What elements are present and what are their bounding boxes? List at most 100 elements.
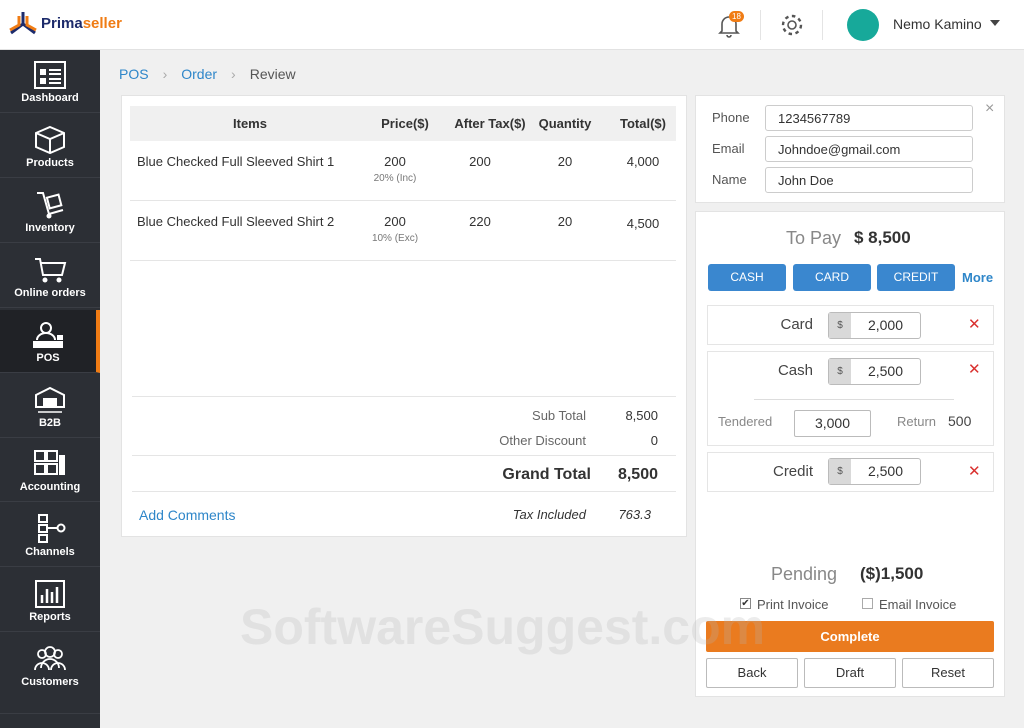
print-invoice-checkbox[interactable]: ✔ <box>740 598 751 609</box>
email-invoice-label[interactable]: Email Invoice <box>879 597 956 612</box>
remove-credit-icon[interactable]: ✕ <box>968 462 981 480</box>
sidebar-label: Accounting <box>19 481 81 493</box>
currency-addon: $ <box>829 313 851 338</box>
pending-label: Pending <box>771 564 838 584</box>
email-field[interactable]: Johndoe@gmail.com <box>765 136 973 162</box>
card-button[interactable]: CARD <box>793 264 871 291</box>
divider <box>132 455 676 456</box>
payment-card: To Pay $ 8,500 CASH CARD CREDIT More Car… <box>695 211 1005 697</box>
close-icon[interactable]: × <box>985 100 994 118</box>
card-amount: 2,000 <box>867 317 904 333</box>
cart-icon <box>35 258 67 283</box>
col-quantity: Quantity <box>538 116 592 131</box>
credit-label: Credit <box>772 463 813 480</box>
user-name[interactable]: Nemo Kamino <box>893 16 982 32</box>
customer-card: Phone 1234567789 Email Johndoe@gmail.com… <box>695 95 1005 203</box>
avatar[interactable] <box>847 9 879 41</box>
tax-included-label: Tax Included <box>512 507 586 522</box>
divider <box>132 491 676 492</box>
credit-payment-row: Credit $2,500 ✕ <box>707 452 994 492</box>
chevron-right-icon: › <box>162 66 168 82</box>
quantity: 20 <box>557 154 573 169</box>
col-items: Items <box>233 116 267 131</box>
logo-text-a: Prima <box>41 14 83 32</box>
discount-label: Other Discount <box>499 433 586 448</box>
sub-total-value: 8,500 <box>625 408 658 423</box>
col-price: Price($) <box>381 116 429 131</box>
price: 200 <box>384 214 406 229</box>
more-link[interactable]: More <box>962 270 993 285</box>
sidebar-item-products[interactable]: Products <box>0 115 100 178</box>
price: 200 <box>384 154 406 169</box>
dashboard-icon <box>34 61 66 89</box>
sidebar-item-dashboard[interactable]: Dashboard <box>0 50 100 113</box>
top-header: Prima seller 18 Nemo Kamino <box>0 0 1024 50</box>
quantity: 20 <box>557 214 573 229</box>
primaseller-logo[interactable]: Prima seller <box>8 10 122 36</box>
cash-button[interactable]: CASH <box>708 264 786 291</box>
credit-amount: 2,500 <box>867 463 904 479</box>
chevron-down-icon[interactable] <box>990 20 1000 26</box>
draft-button[interactable]: Draft <box>804 658 896 688</box>
phone-label: Phone <box>712 110 750 125</box>
credit-amount-input[interactable]: $2,500 <box>828 458 921 485</box>
cash-payment-row: Cash $2,500 ✕ Tendered 3,000 Return 500 <box>707 351 994 446</box>
pending-value: ($)1,500 <box>860 564 924 583</box>
back-button[interactable]: Back <box>706 658 798 688</box>
table-header: Items Price($) After Tax($) Quantity Tot… <box>130 106 676 141</box>
to-pay-value: $ 8,500 <box>854 228 911 247</box>
print-invoice-label[interactable]: Print Invoice <box>757 597 829 612</box>
credit-button[interactable]: CREDIT <box>877 264 955 291</box>
reset-button[interactable]: Reset <box>902 658 994 688</box>
remove-card-icon[interactable]: ✕ <box>968 315 981 333</box>
hand-truck-icon <box>37 192 64 219</box>
remove-cash-icon[interactable]: ✕ <box>968 360 981 378</box>
logo-icon <box>9 12 37 35</box>
breadcrumb-pos[interactable]: POS <box>119 66 149 82</box>
phone-field[interactable]: 1234567789 <box>765 105 973 131</box>
cash-amount: 2,500 <box>867 363 904 379</box>
name-field[interactable]: John Doe <box>765 167 973 193</box>
divider <box>754 399 954 400</box>
after-tax: 200 <box>469 154 491 169</box>
notification-badge: 18 <box>729 11 744 22</box>
tax-rate: 10% (Exc) <box>371 233 419 244</box>
divider <box>822 10 823 40</box>
table-row[interactable]: Blue Checked Full Sleeved Shirt 1 200 20%… <box>130 141 676 201</box>
sidebar-item-accounting[interactable]: Accounting <box>0 439 100 502</box>
sidebar-label: Channels <box>25 546 75 558</box>
sidebar-label: Reports <box>29 611 71 623</box>
sidebar-label: Online orders <box>14 287 86 299</box>
sidebar-item-customers[interactable]: Customers <box>0 634 100 714</box>
divider <box>132 396 676 397</box>
email-invoice-checkbox[interactable] <box>862 598 873 609</box>
sidebar-label: B2B <box>38 417 61 429</box>
cashier-icon <box>33 322 63 348</box>
gear-icon[interactable] <box>779 12 805 38</box>
sidebar: Dashboard Products Inventory Online orde… <box>0 50 100 728</box>
to-pay-label: To Pay <box>786 228 842 248</box>
sidebar-item-inventory[interactable]: Inventory <box>0 180 100 243</box>
sidebar-item-pos[interactable]: POS <box>0 310 100 373</box>
tendered-input[interactable]: 3,000 <box>794 410 871 437</box>
item-name: Blue Checked Full Sleeved Shirt 1 <box>137 154 335 169</box>
breadcrumb-order[interactable]: Order <box>181 66 217 82</box>
tax-rate: 20% (Inc) <box>373 173 417 184</box>
item-name: Blue Checked Full Sleeved Shirt 2 <box>137 214 335 229</box>
sidebar-item-b2b[interactable]: B2B <box>0 375 100 438</box>
grand-total-label: Grand Total <box>502 466 591 483</box>
card-amount-input[interactable]: $2,000 <box>828 312 921 339</box>
name-label: Name <box>712 172 747 187</box>
sidebar-item-channels[interactable]: Channels <box>0 504 100 567</box>
sidebar-item-online-orders[interactable]: Online orders <box>0 245 100 308</box>
table-row[interactable]: Blue Checked Full Sleeved Shirt 2 200 10%… <box>130 201 676 261</box>
sidebar-item-reports[interactable]: Reports <box>0 569 100 632</box>
sidebar-label: Products <box>26 157 74 169</box>
email-label: Email <box>712 141 745 156</box>
add-comments-link[interactable]: Add Comments <box>139 507 235 523</box>
cash-amount-input[interactable]: $2,500 <box>828 358 921 385</box>
sidebar-label: Customers <box>21 676 79 688</box>
currency-addon: $ <box>829 459 851 484</box>
tendered-label: Tendered <box>718 414 773 429</box>
complete-button[interactable]: Complete <box>706 621 994 652</box>
